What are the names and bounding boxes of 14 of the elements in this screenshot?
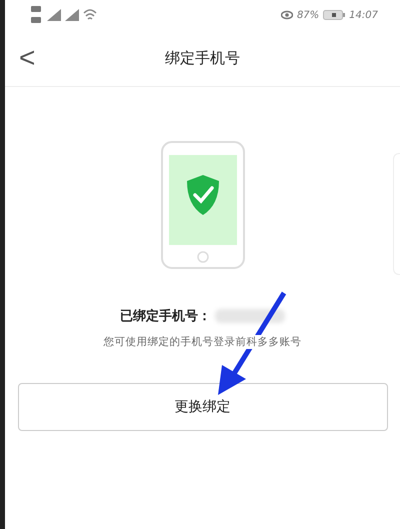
clock-time: 14:07 [349,10,378,20]
battery-percent: 87% [296,10,320,20]
eye-icon [280,10,293,20]
wifi-icon [83,9,97,21]
back-button[interactable]: < [15,42,40,74]
signal-icon [65,9,79,21]
sim-icon [31,5,43,25]
bound-label: 已绑定手机号： [120,308,211,325]
signal-icon [47,9,61,21]
battery-icon [323,10,346,20]
page-title: 绑定手机号 [164,48,241,68]
blurred-number [215,309,285,323]
hint-text: 您可使用绑定的手机号登录前科多多账号 [104,335,302,349]
change-binding-button[interactable]: 更换绑定 [18,383,388,431]
